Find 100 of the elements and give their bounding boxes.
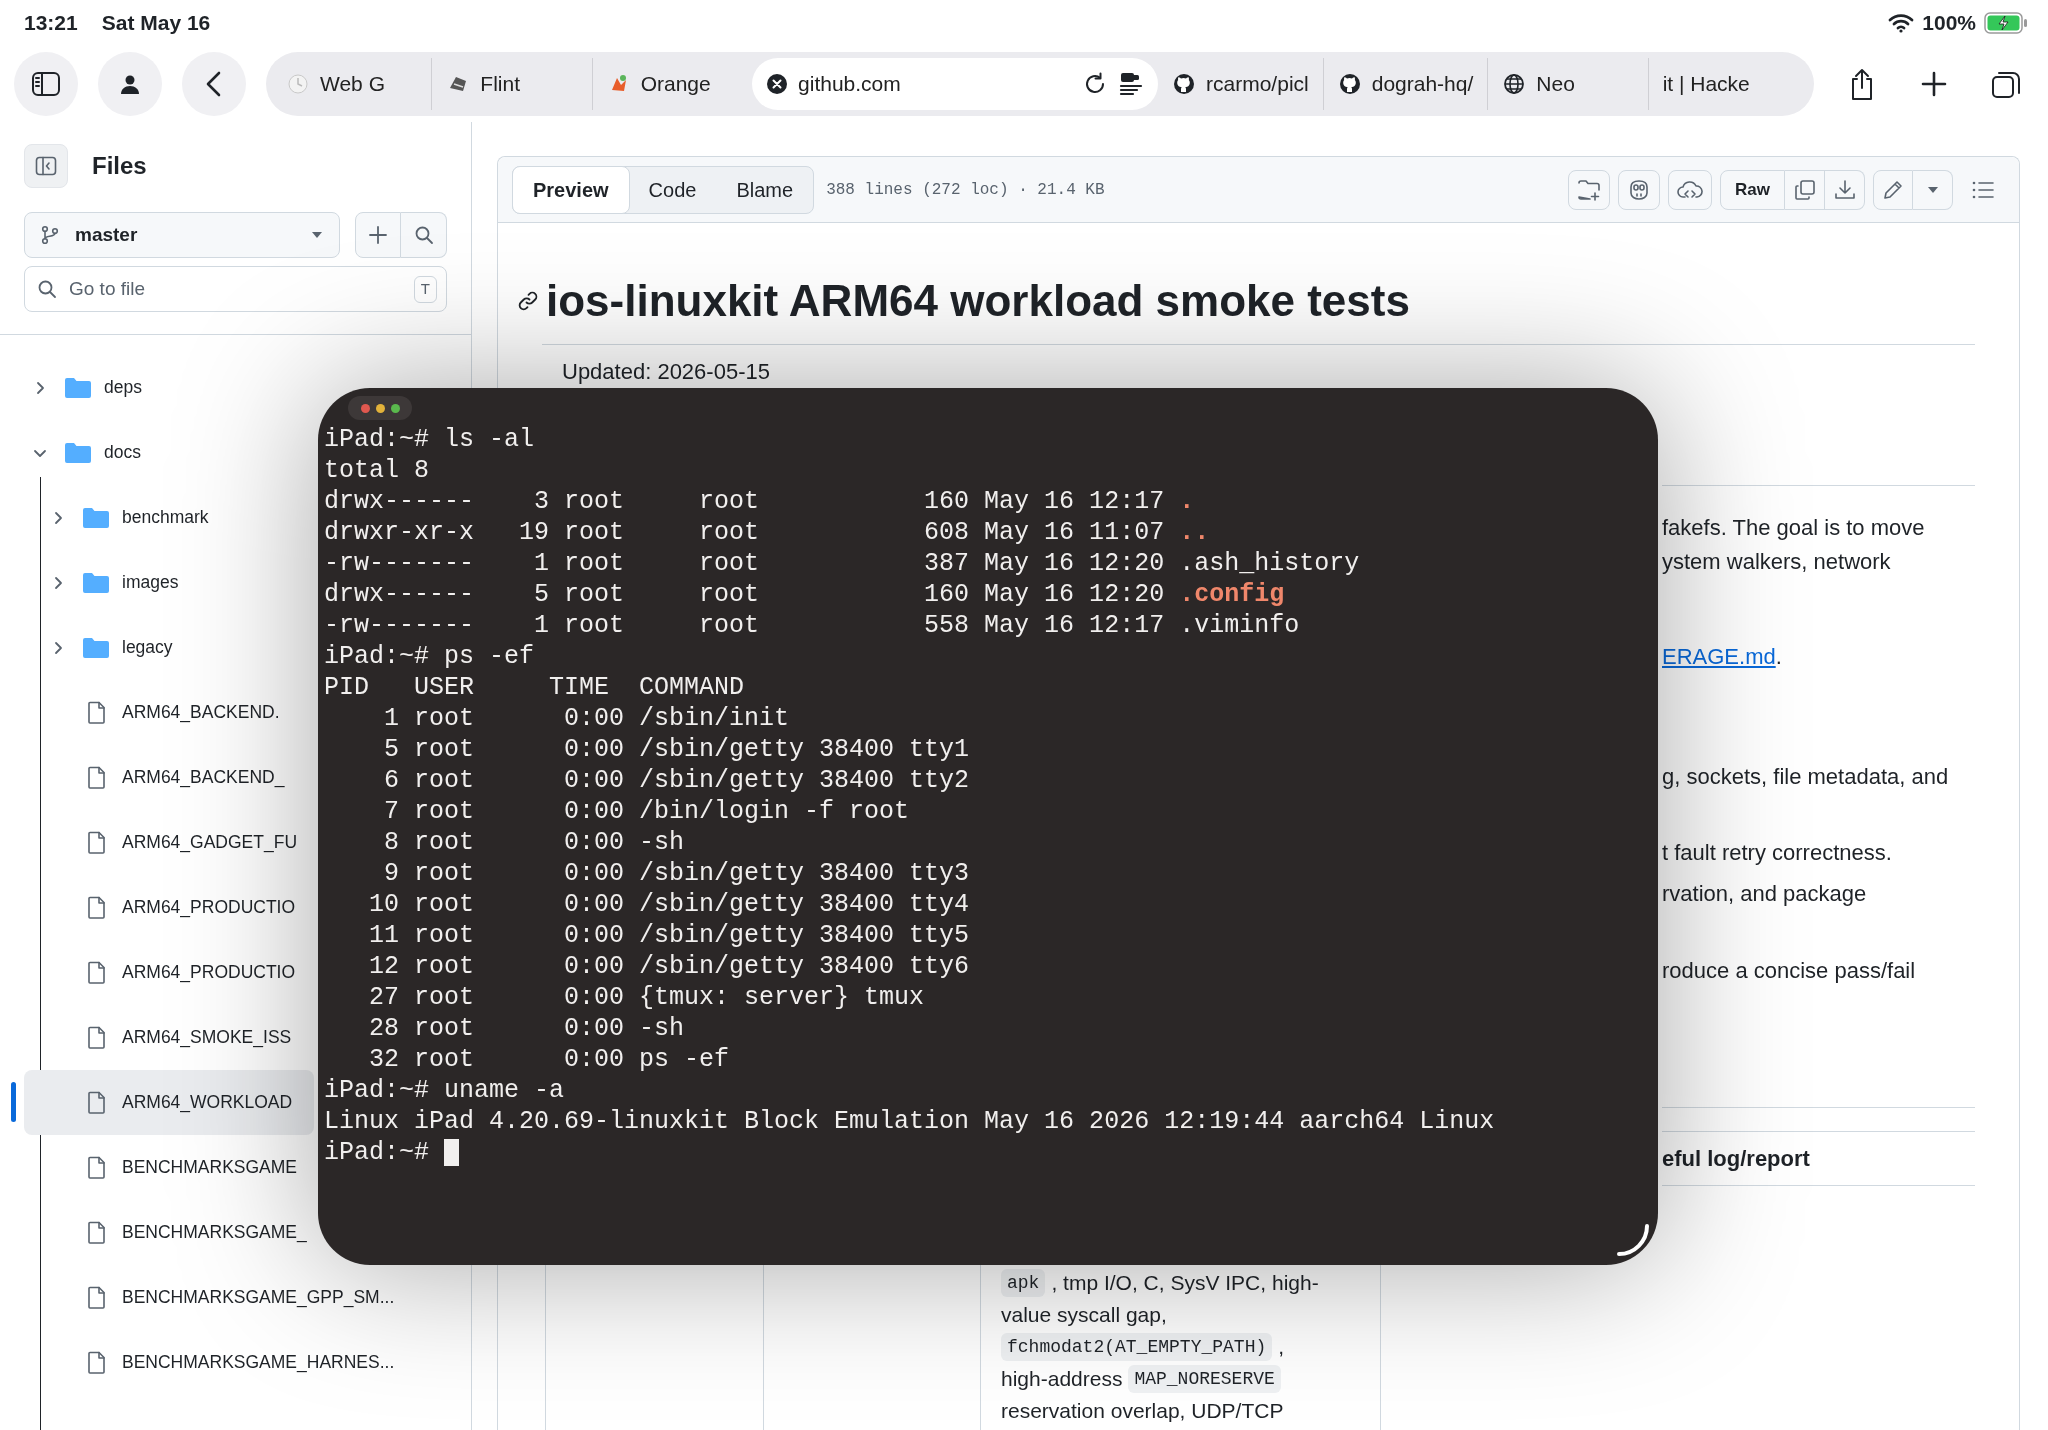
file-item[interactable]: ARM64_BACKEND_ <box>24 745 314 810</box>
inline-code: apk <box>1001 1269 1046 1297</box>
browser-tab[interactable]: github.com <box>752 58 1159 110</box>
plus-icon <box>1921 71 1947 97</box>
window-controls[interactable] <box>348 396 412 420</box>
branch-selector[interactable]: master <box>24 212 340 258</box>
browser-tab[interactable]: dograh-hq/ <box>1323 58 1489 110</box>
terminal-line: iPad:~# ps -ef <box>324 641 536 672</box>
paragraph-text: fakefs. The goal is to move <box>1662 514 1926 542</box>
terminal-text: drwx------ 5 root root 160 May 16 12:20 <box>324 579 1165 610</box>
globe-icon <box>1502 72 1527 96</box>
terminal-text: drwxr-xr-x 19 root root 608 May 16 11:07 <box>324 517 1165 548</box>
status-date: Sat May 16 <box>101 10 211 37</box>
folder-item[interactable]: images <box>24 550 314 615</box>
updated-text: Updated: 2026-05-15 <box>562 358 771 386</box>
file-icon <box>87 1350 106 1375</box>
github-icon <box>1337 72 1362 96</box>
paragraph-text: t fault retry correctness. <box>1662 839 1893 867</box>
file-item[interactable]: BENCHMARKSGAME_HARNES... <box>24 1330 395 1395</box>
file-info: 388 lines (272 loc) · 21.4 KB <box>826 179 1105 201</box>
browser-tab[interactable]: Orange <box>592 58 753 110</box>
view-tab[interactable]: Blame <box>716 166 814 213</box>
browser-tab[interactable]: Flint <box>432 58 593 110</box>
paragraph-text: roduce a concise pass/fail <box>1662 957 1917 985</box>
directory-name: .. <box>1179 517 1210 548</box>
terminal-line: 12 root 0:00 /sbin/getty 38400 tty6 <box>368 951 971 982</box>
terminal-text: iPad:~# <box>324 1137 430 1168</box>
collapse-sidebar-button[interactable] <box>24 144 68 188</box>
terminal-text: -rw------- 1 root root 387 May 16 12:20 <box>324 548 1165 579</box>
file-item[interactable]: ARM64_PRODUCTIO <box>24 940 314 1005</box>
codespace-button[interactable] <box>1668 169 1713 210</box>
github-icon <box>1172 72 1197 96</box>
site-icon <box>286 72 310 96</box>
link-icon[interactable] <box>518 291 538 311</box>
browser-tab[interactable]: Neo <box>1488 58 1649 110</box>
selection-indicator <box>11 1082 16 1122</box>
file-icon <box>87 895 106 920</box>
browser-tab[interactable]: it | Hacke <box>1648 58 1808 110</box>
file-icon <box>87 830 106 855</box>
terminal-line: 6 root 0:00 /sbin/getty 38400 tty2 <box>383 765 971 796</box>
panel-icon <box>35 156 57 176</box>
view-tab[interactable]: Preview <box>512 165 630 214</box>
view-tab[interactable]: Code <box>628 166 717 213</box>
paragraph-text: ystem walkers, network <box>1662 548 1892 576</box>
edit-button[interactable] <box>1873 169 1913 210</box>
file-item[interactable]: BENCHMARKSGAME_GPP_SM... <box>24 1265 395 1330</box>
period-text: . <box>1775 644 1782 669</box>
resize-handle-icon[interactable] <box>1616 1223 1650 1257</box>
paragraph-text: rvation, and package <box>1662 880 1868 908</box>
download-button[interactable] <box>1825 169 1865 210</box>
folder-icon <box>82 635 110 660</box>
copilot-button[interactable] <box>1618 169 1661 210</box>
folder-icon <box>82 570 110 595</box>
terminal-line: Linux iPad 4.20.69-linuxkit Block Emulation May 16 2026 12:19:44 aarch64 Linux <box>324 1106 1496 1137</box>
file-item[interactable]: ARM64_PRODUCTIO <box>24 875 314 940</box>
terminal-line: iPad:~# uname -a <box>324 1075 566 1106</box>
terminal-line: 11 root 0:00 /sbin/getty 38400 tty5 <box>368 920 971 951</box>
terminal-line: 10 root 0:00 /sbin/getty 38400 tty4 <box>368 889 971 920</box>
add-file-button[interactable] <box>355 212 401 258</box>
file-item[interactable]: ARM64_GADGET_FU <box>24 810 314 875</box>
file-item[interactable]: BENCHMARKSGAME_ <box>24 1200 314 1265</box>
cell-text: value syscall gap, <box>1001 1302 1167 1328</box>
search-button[interactable] <box>401 212 447 258</box>
caret-icon <box>1926 185 1939 194</box>
terminal-line: PID USER TIME COMMAND <box>324 672 746 703</box>
terminal-line: iPad:~# ls -al <box>324 424 536 455</box>
terminal-text: -rw------- 1 root root 558 May 16 12:17 <box>324 610 1165 641</box>
folder-icon <box>64 375 92 400</box>
browser-tab[interactable]: rcarmo/picl <box>1158 58 1324 110</box>
battery-level: 100% <box>1922 10 1976 37</box>
browser-tab[interactable]: Web G <box>272 58 433 110</box>
cell-text: high-address <box>1001 1366 1123 1392</box>
cell-text: , <box>1278 1334 1285 1360</box>
file-item[interactable]: BENCHMARKSGAME <box>24 1135 314 1200</box>
copy-button[interactable] <box>1785 169 1825 210</box>
tabs-icon <box>1991 69 2021 99</box>
add-folder-button[interactable] <box>1568 169 1611 210</box>
close-icon[interactable] <box>766 73 789 95</box>
file-name: .ash_history <box>1179 548 1360 579</box>
copy-icon <box>1793 178 1816 201</box>
cell-text: reservation overlap, UDP/TCP <box>1001 1398 1284 1424</box>
terminal-line: 27 root 0:00 {tmux: server} tmux <box>368 982 926 1013</box>
file-icon <box>87 1285 106 1310</box>
file-icon <box>87 1220 106 1245</box>
download-icon <box>1833 178 1856 201</box>
terminal-line: 28 root 0:00 -sh <box>368 1013 686 1044</box>
file-item[interactable]: ARM64_SMOKE_ISS <box>24 1005 314 1070</box>
person-icon <box>119 73 141 95</box>
folder-icon <box>82 505 110 530</box>
doc-link[interactable]: ERAGE.md <box>1662 644 1776 669</box>
folder-item[interactable]: deps <box>24 355 314 420</box>
wifi-icon <box>1888 13 1915 33</box>
folder-item[interactable]: docs <box>24 420 314 485</box>
terminal-line: 8 root 0:00 -sh <box>383 827 686 858</box>
folder-item[interactable]: benchmark <box>24 485 314 550</box>
directory-name: . <box>1179 486 1195 517</box>
folder-item[interactable]: legacy <box>24 615 314 680</box>
list-icon <box>1972 180 1994 199</box>
file-item[interactable]: ARM64_BACKEND. <box>24 680 314 745</box>
raw-button[interactable]: Raw <box>1720 169 1785 210</box>
